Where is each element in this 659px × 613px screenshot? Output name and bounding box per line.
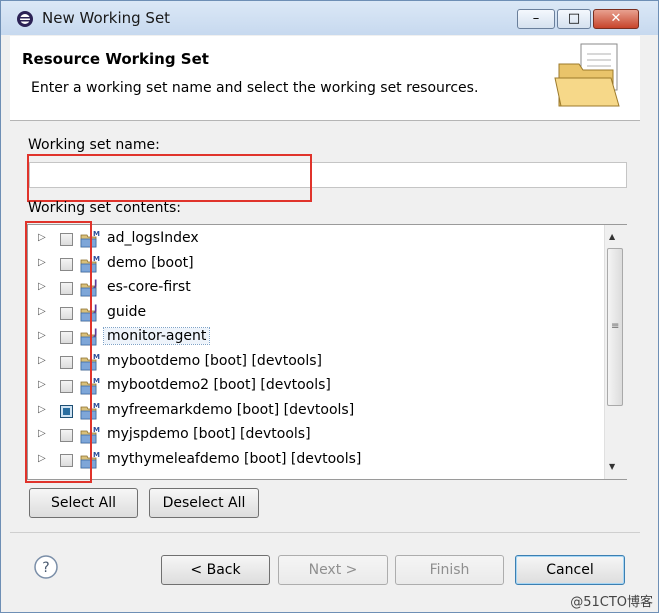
project-label: guide: [107, 303, 147, 320]
svg-text:J: J: [93, 279, 97, 289]
project-label: es-core-first: [107, 279, 191, 295]
close-button[interactable]: ✕: [593, 9, 639, 29]
back-button[interactable]: < Back: [161, 555, 270, 585]
project-label: myfreemarkdemo [boot] [devtools]: [107, 401, 355, 418]
select-all-button[interactable]: Select All: [29, 488, 138, 518]
maximize-icon: □: [567, 11, 581, 26]
svg-text:M: M: [93, 230, 100, 238]
svg-text:?: ?: [42, 560, 49, 576]
tree-row[interactable]: ▷ Mmythymeleafdemo [boot] [devtools]: [28, 448, 603, 472]
folder-icon: [554, 43, 620, 107]
cancel-button[interactable]: Cancel: [515, 555, 625, 585]
tree-row[interactable]: ▷ Mdemo [boot]: [28, 252, 603, 276]
window-title: New Working Set: [42, 9, 171, 27]
tree-row[interactable]: ▷ Mmybootdemo [boot] [devtools]: [28, 350, 603, 374]
project-label: demo [boot]: [107, 254, 194, 271]
highlight-box-checkboxes: [25, 221, 92, 483]
svg-text:M: M: [93, 426, 100, 434]
tree-row[interactable]: ▷ Mmyfreemarkdemo [boot] [devtools]: [28, 399, 603, 423]
svg-text:M: M: [93, 402, 100, 410]
svg-text:M: M: [93, 255, 100, 263]
grip-icon: ≡: [611, 321, 620, 332]
watermark: @51CTO博客: [570, 595, 653, 610]
help-icon[interactable]: ?: [34, 555, 58, 579]
project-label: monitor-agent: [102, 327, 211, 345]
svg-text:J: J: [93, 304, 97, 314]
highlight-box-name: [27, 154, 312, 202]
tree-row[interactable]: ▷ Mmyjspdemo [boot] [devtools]: [28, 423, 603, 447]
footer-divider: [10, 532, 640, 533]
minimize-button[interactable]: –: [517, 9, 555, 29]
tree-row[interactable]: ▷ Jes-core-first: [28, 276, 603, 300]
tree-row[interactable]: ▷ Mad_logsIndex: [28, 227, 603, 251]
scroll-down-icon[interactable]: ▼: [609, 462, 615, 471]
project-label: mybootdemo2 [boot] [devtools]: [107, 377, 331, 393]
page-title: Resource Working Set: [22, 50, 209, 68]
svg-text:M: M: [93, 353, 100, 361]
close-icon: ✕: [610, 11, 622, 26]
scroll-up-icon[interactable]: ▲: [609, 232, 615, 241]
minimize-icon: –: [532, 11, 540, 26]
working-set-name-label: Working set name:: [28, 137, 160, 153]
finish-button[interactable]: Finish: [395, 555, 504, 585]
maximize-button[interactable]: □: [557, 9, 591, 29]
project-label: myjspdemo [boot] [devtools]: [107, 426, 311, 442]
resource-tree[interactable]: ▷ Mad_logsIndex ▷ Mdemo [boot] ▷ Jes-core-fir…: [27, 224, 627, 480]
page-description: Enter a working set name and select the …: [31, 80, 479, 96]
project-label: mythymeleafdemo [boot] [devtools]: [107, 450, 362, 467]
project-label: mybootdemo [boot] [devtools]: [107, 352, 322, 369]
svg-text:J: J: [93, 328, 97, 338]
next-button[interactable]: Next >: [278, 555, 388, 585]
tree-row[interactable]: ▷ Jmonitor-agent: [28, 325, 603, 349]
project-label: ad_logsIndex: [107, 230, 199, 246]
tree-row[interactable]: ▷ Mmybootdemo2 [boot] [devtools]: [28, 374, 603, 398]
svg-text:M: M: [93, 451, 100, 459]
wizard-header: [10, 36, 640, 121]
eclipse-icon: [17, 11, 33, 27]
deselect-all-button[interactable]: Deselect All: [149, 488, 259, 518]
tree-row[interactable]: ▷ Jguide: [28, 301, 603, 325]
working-set-contents-label: Working set contents:: [28, 200, 182, 216]
svg-text:M: M: [93, 377, 100, 385]
